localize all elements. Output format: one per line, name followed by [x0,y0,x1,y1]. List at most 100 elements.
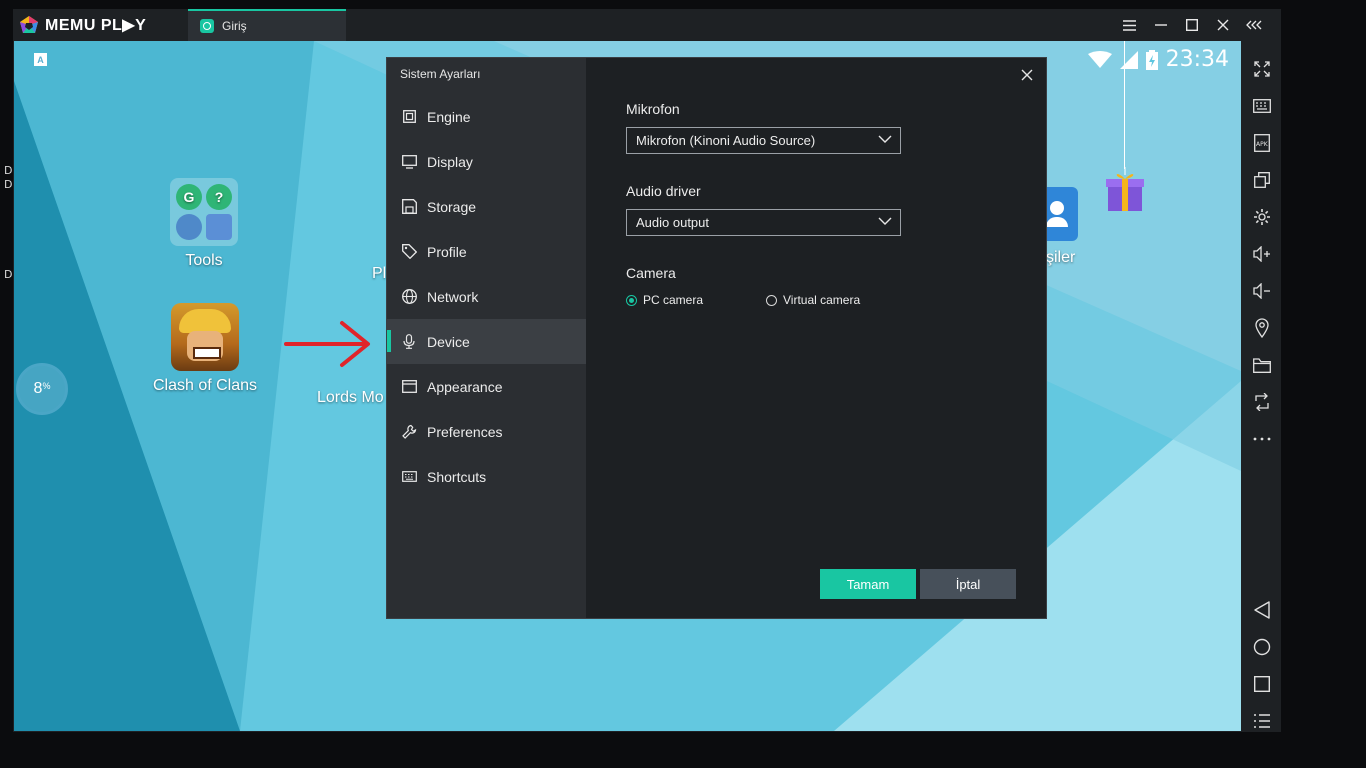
chevron-down-icon [878,135,892,143]
fullscreen-icon[interactable] [1242,54,1281,84]
nav-item-storage[interactable]: Storage [387,184,586,229]
tab-giris[interactable]: Giriş [188,9,346,41]
settings-gear-icon[interactable] [1242,202,1281,232]
pc-camera-radio[interactable]: PC camera [626,293,703,307]
chevron-down-icon [878,217,892,225]
home-icon[interactable] [1242,632,1281,662]
system-settings-dialog: Sistem Ayarları Engine Display Storage P… [386,57,1047,619]
speed-boost-button[interactable]: 8% [16,363,68,415]
nav-label: Appearance [427,378,503,395]
memu-logo-icon [20,16,38,33]
brand-text: MEMU PL▶Y [45,17,147,34]
nav-label: Device [427,333,470,350]
app-label: Tools [185,252,223,269]
nav-item-display[interactable]: Display [387,139,586,184]
status-bar: 23:34 [1087,47,1229,72]
dialog-title: Sistem Ayarları [400,67,481,81]
virtual-camera-radio[interactable]: Virtual camera [766,293,860,307]
ok-button[interactable]: Tamam [820,569,916,599]
app-label: şiler [1046,249,1076,266]
menu-icon[interactable] [1114,9,1145,41]
boost-value: 8 [33,380,43,397]
tools-folder-icon: G ? [170,178,238,246]
desktop-edge-text: D [4,178,13,191]
app-contacts[interactable]: şiler [1046,187,1126,267]
globe-icon [401,289,417,305]
radio-unselected-icon [766,294,777,306]
gift-string [1124,41,1125,169]
app-tools[interactable]: G ? Tools [168,178,240,270]
app-lords-mobile[interactable]: Lords Mo [317,383,397,407]
nav-item-network[interactable]: Network [387,274,586,319]
signal-icon [1119,50,1138,69]
disk-icon [401,199,417,215]
memu-logo: MEMU PL▶Y [19,15,146,35]
right-toolbar: APK [1242,41,1281,731]
collapse-sidebar-icon[interactable] [1238,9,1269,41]
keyboard-icon[interactable] [1242,91,1281,121]
nav-label: Shortcuts [427,468,487,485]
microphone-select[interactable]: Mikrofon (Kinoni Audio Source) [626,127,901,154]
monitor-icon [401,154,417,170]
folder-icon[interactable] [1242,350,1281,380]
nav-label: Display [427,153,473,170]
nav-label: Profile [427,243,467,260]
maximize-icon[interactable] [1176,9,1207,41]
title-bar: MEMU PL▶Y Giriş [13,9,1281,41]
audio-driver-select[interactable]: Audio output [626,209,901,236]
app-label: Clash of Clans [152,377,258,394]
desktop-edge-text: D [4,164,13,177]
audio-driver-value: Audio output [636,215,710,230]
apk-icon[interactable]: APK [1242,128,1281,158]
wrench-icon [401,424,417,440]
close-icon[interactable] [1207,9,1238,41]
back-icon[interactable] [1242,595,1281,625]
nav-item-preferences[interactable]: Preferences [387,409,586,454]
app-label: Lords Mo [317,389,384,406]
contacts-icon [1046,187,1078,241]
sync-icon[interactable] [1242,387,1281,417]
keyboard-icon [401,469,417,485]
tab-label: Giriş [222,19,247,33]
radio-selected-icon [626,294,637,306]
nav-label: Engine [427,108,471,125]
location-icon[interactable] [1242,313,1281,343]
camera-label: Camera [626,265,676,281]
nav-label: Network [427,288,479,305]
minimize-icon[interactable] [1145,9,1176,41]
microphone-icon [401,334,417,350]
microphone-label: Mikrofon [626,101,680,117]
nav-item-appearance[interactable]: Appearance [387,364,586,409]
annotation-arrow [284,321,370,367]
audio-driver-label: Audio driver [626,183,701,199]
nav-item-profile[interactable]: Profile [387,229,586,274]
cancel-button[interactable]: İptal [920,569,1016,599]
volume-down-icon[interactable] [1242,276,1281,306]
radio-label: PC camera [643,293,704,307]
app-clash-of-clans[interactable]: Clash of Clans [150,303,260,395]
nav-label: Storage [427,198,477,215]
volume-up-icon[interactable] [1242,239,1281,269]
clash-of-clans-icon [171,303,239,371]
svg-text:APK: APK [1256,141,1269,148]
radio-label: Virtual camera [783,293,861,307]
wifi-icon [1087,50,1112,68]
dialog-close-icon[interactable] [1018,66,1036,84]
app-tab-icon [200,19,214,33]
cpu-icon [401,109,417,125]
multi-window-icon[interactable] [1242,165,1281,195]
recent-apps-icon[interactable] [1242,669,1281,699]
tag-icon [401,244,417,260]
window-icon [401,379,417,395]
input-method-badge: A [34,53,47,66]
nav-label: Preferences [427,423,503,440]
microphone-value: Mikrofon (Kinoni Audio Source) [636,133,816,148]
nav-item-device[interactable]: Device [387,319,586,364]
nav-item-engine[interactable]: Engine [387,94,586,139]
clock: 23:34 [1165,47,1229,72]
more-icon[interactable] [1242,424,1281,454]
list-icon[interactable] [1242,706,1281,736]
desktop-edge-text: D [4,268,13,281]
boost-unit: % [42,381,51,391]
nav-item-shortcuts[interactable]: Shortcuts [387,454,586,499]
